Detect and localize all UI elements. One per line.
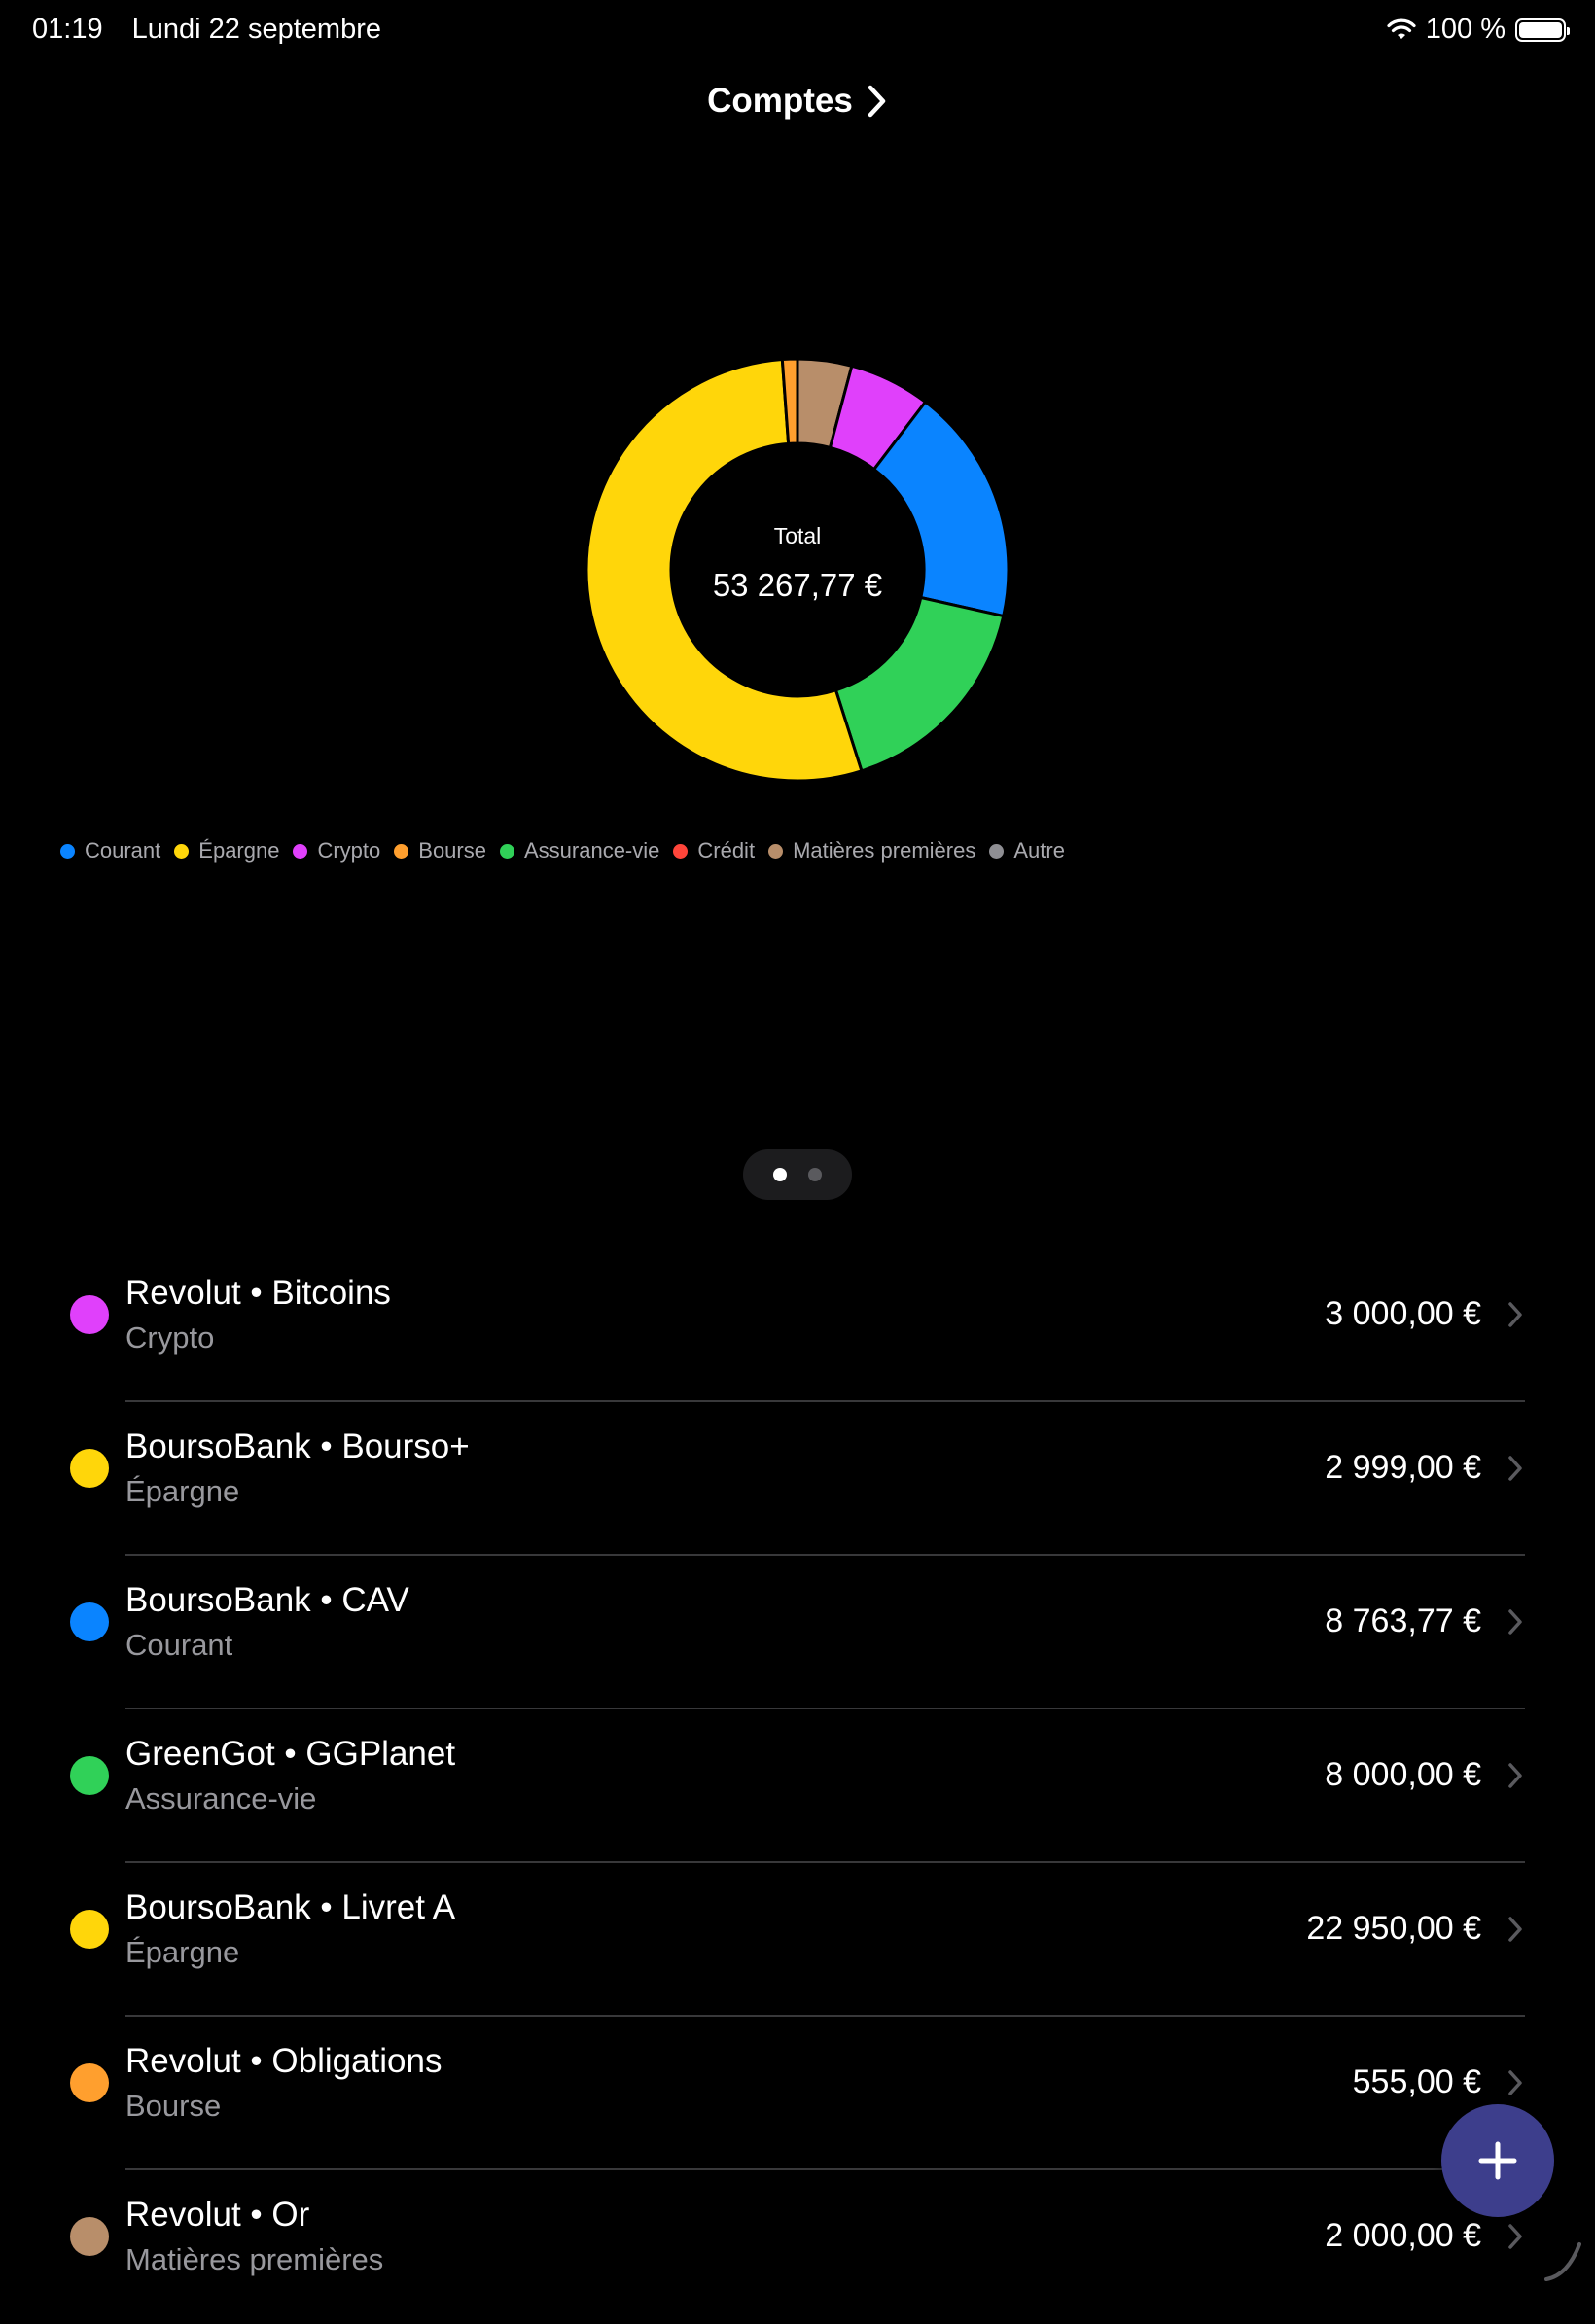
battery-fill	[1519, 21, 1562, 38]
account-type: Assurance-vie	[125, 1781, 317, 1815]
legend-item: Bourse	[394, 838, 486, 863]
legend-dot	[293, 843, 308, 859]
account-row[interactable]: Revolut • Obligations Bourse 555,00 €	[0, 2017, 1595, 2170]
legend-dot	[394, 843, 409, 859]
legend-item: Assurance-vie	[499, 838, 660, 863]
legend-label: Épargne	[198, 838, 280, 863]
legend-label: Courant	[85, 838, 161, 863]
account-color-dot	[70, 1295, 109, 1334]
chevron-right-icon	[1508, 1763, 1522, 1788]
account-color-dot	[70, 2063, 109, 2102]
account-row[interactable]: BoursoBank • Livret A Épargne 22 950,00 €	[0, 1863, 1595, 2017]
legend-dot	[989, 843, 1005, 859]
donut-chart-svg	[585, 357, 1010, 783]
account-name: Revolut • Obligations	[125, 2042, 443, 2080]
account-color-dot	[70, 1602, 109, 1641]
chart-legend: Courant Épargne Crypto Bourse Assurance-vie C…	[60, 838, 1065, 863]
legend-item: Matières premières	[768, 838, 975, 863]
account-row[interactable]: GreenGot • GGPlanet Assurance-vie 8 000,00…	[0, 1709, 1595, 1863]
page-dot-1[interactable]	[773, 1168, 787, 1181]
account-color-dot	[70, 1449, 109, 1488]
chevron-right-icon	[1508, 1302, 1522, 1327]
accounts-list: Revolut • Bitcoins Crypto 3 000,00 € Bourso…	[0, 1249, 1595, 2324]
legend-item: Courant	[60, 838, 160, 863]
page-title: Comptes	[707, 82, 853, 120]
legend-dot	[768, 843, 784, 859]
legend-label: Matières premières	[793, 838, 976, 863]
status-date: Lundi 22 septembre	[131, 14, 381, 45]
legend-label: Crypto	[317, 838, 381, 863]
account-row[interactable]: Revolut • Or Matières premières 2 000,00 €	[0, 2170, 1595, 2324]
account-name: Revolut • Or	[125, 2196, 310, 2234]
legend-label: Autre	[1013, 838, 1065, 863]
account-color-dot	[70, 1756, 109, 1795]
account-name: BoursoBank • CAV	[125, 1581, 409, 1619]
battery-icon	[1515, 18, 1570, 42]
page-dot-2[interactable]	[808, 1168, 822, 1181]
account-row[interactable]: BoursoBank • Bourso+ Épargne 2 999,00 €	[0, 1402, 1595, 1556]
accounts-title-button[interactable]: Comptes	[0, 82, 1595, 121]
legend-dot	[174, 843, 190, 859]
chevron-right-icon	[1508, 1917, 1522, 1942]
legend-item: Crédit	[673, 838, 755, 863]
account-type: Matières premières	[125, 2242, 384, 2276]
chevron-right-icon	[1508, 1609, 1522, 1635]
chevron-right-icon	[868, 85, 886, 118]
status-time: 01:19	[32, 14, 103, 45]
account-amount: 22 950,00 €	[1306, 1910, 1481, 1947]
account-amount: 2 000,00 €	[1325, 2217, 1481, 2254]
account-amount: 3 000,00 €	[1325, 1295, 1481, 1332]
account-type: Courant	[125, 1628, 233, 1662]
account-row[interactable]: BoursoBank • CAV Courant 8 763,77 €	[0, 1556, 1595, 1709]
legend-label: Crédit	[697, 838, 756, 863]
account-type: Épargne	[125, 1474, 240, 1508]
legend-dot	[60, 843, 75, 859]
status-bar: 01:19 Lundi 22 septembre 100 %	[0, 0, 1595, 62]
account-row[interactable]: Revolut • Bitcoins Crypto 3 000,00 €	[0, 1249, 1595, 1402]
account-name: GreenGot • GGPlanet	[125, 1735, 456, 1773]
add-account-button[interactable]	[1441, 2104, 1554, 2217]
account-amount: 8 763,77 €	[1325, 1602, 1481, 1639]
account-color-dot	[70, 2217, 109, 2256]
account-amount: 8 000,00 €	[1325, 1756, 1481, 1793]
account-type: Bourse	[125, 2089, 222, 2123]
account-name: BoursoBank • Livret A	[125, 1888, 456, 1926]
account-type: Épargne	[125, 1935, 240, 1969]
wifi-icon	[1387, 18, 1416, 39]
battery-percentage: 100 %	[1425, 14, 1506, 45]
account-name: BoursoBank • Bourso+	[125, 1427, 470, 1465]
legend-item: Épargne	[174, 838, 279, 863]
status-right: 100 %	[1387, 14, 1570, 46]
legend-dot	[673, 843, 689, 859]
page-indicator[interactable]	[743, 1149, 852, 1200]
donut-chart: Total 53 267,77 €	[584, 356, 1011, 784]
account-name: Revolut • Bitcoins	[125, 1274, 391, 1312]
plus-icon	[1478, 2141, 1517, 2180]
account-amount: 555,00 €	[1352, 2063, 1481, 2100]
account-amount: 2 999,00 €	[1325, 1449, 1481, 1486]
chevron-right-icon	[1508, 1456, 1522, 1481]
legend-item: Autre	[989, 838, 1065, 863]
chevron-right-icon	[1508, 2224, 1522, 2249]
legend-item: Crypto	[293, 838, 380, 863]
legend-label: Bourse	[418, 838, 486, 863]
scroll-indicator-icon	[1544, 2242, 1581, 2281]
status-left: 01:19 Lundi 22 septembre	[32, 14, 403, 46]
chevron-right-icon	[1508, 2070, 1522, 2095]
donut-slice-assurance-vie	[833, 595, 1006, 773]
legend-label: Assurance-vie	[523, 838, 660, 863]
account-color-dot	[70, 1910, 109, 1949]
account-type: Crypto	[125, 1320, 215, 1355]
legend-dot	[499, 843, 514, 859]
